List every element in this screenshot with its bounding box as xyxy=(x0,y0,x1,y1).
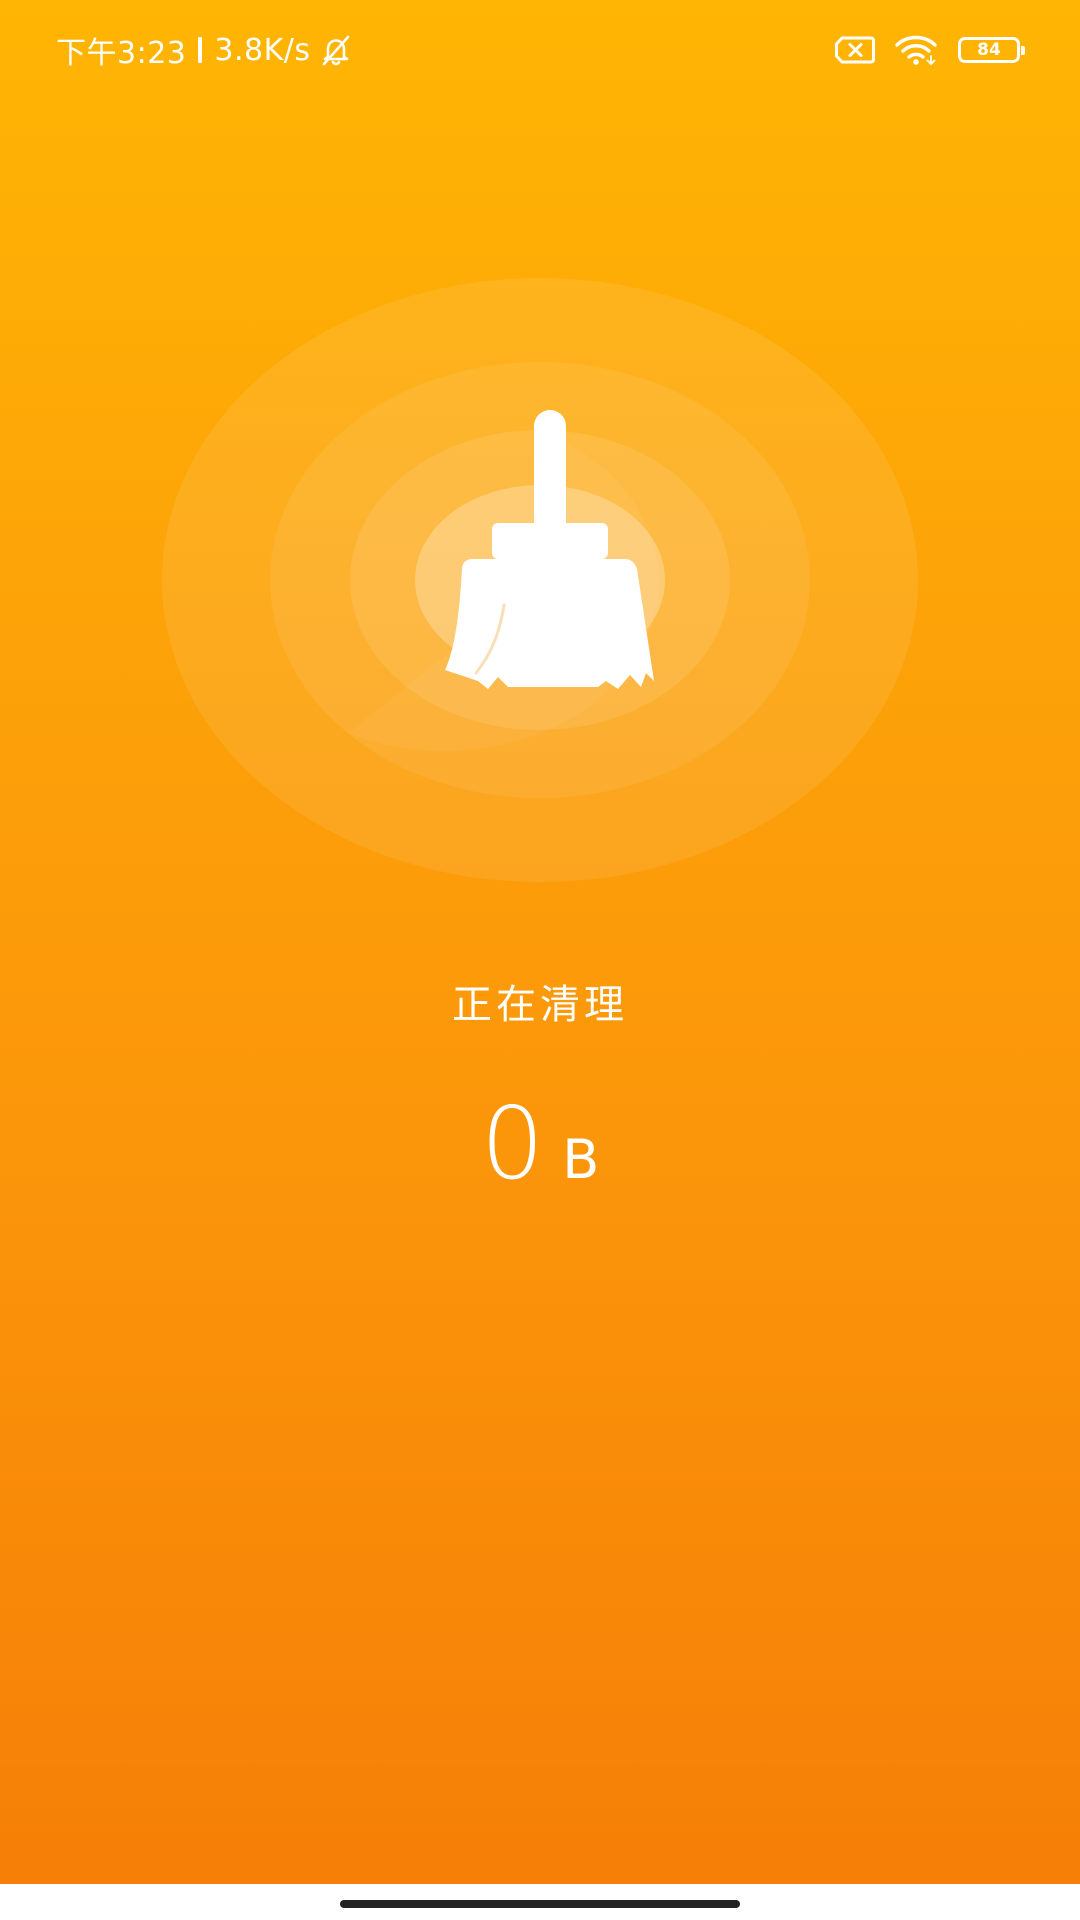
cleaned-size: 0B xyxy=(0,1085,1080,1202)
clock: 下午3:23 xyxy=(56,36,187,71)
bell-off-icon xyxy=(322,35,349,66)
separator xyxy=(198,37,203,63)
home-indicator[interactable] xyxy=(340,1900,740,1908)
status-bar-right: 84 xyxy=(834,28,1025,72)
cleaning-status-label: 正在清理 xyxy=(452,982,628,1028)
cleaned-size-value: 0 xyxy=(480,1085,545,1202)
status-bar-left: 下午3:23 3.8K/s xyxy=(56,28,353,72)
sim-no-signal-icon xyxy=(835,36,875,64)
network-speed: 3.8K/s xyxy=(214,32,311,68)
wifi-icon xyxy=(895,35,937,65)
status-bar: 下午3:23 3.8K/s 84 xyxy=(0,0,1080,100)
cleaned-size-unit: B xyxy=(562,1128,600,1191)
cleaning-animation xyxy=(162,278,918,882)
battery-icon: 84 xyxy=(958,37,1025,63)
battery-level: 84 xyxy=(977,40,1001,60)
cleaning-screen: 下午3:23 3.8K/s 84 正在清理 0 B xyxy=(0,0,1080,1884)
navigation-bar xyxy=(0,1884,1080,1920)
